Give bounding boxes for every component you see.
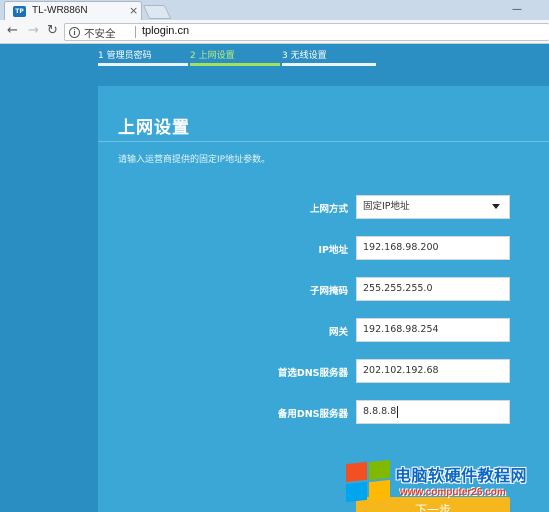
logo-pane-red — [346, 461, 367, 483]
ip-address-label: IP地址 — [318, 245, 349, 256]
left-margin — [0, 44, 98, 512]
settings-panel: 上网设置 请输入运营商提供的固定IP地址参数。 上网方式 固定IP地址 IP地址… — [98, 86, 549, 512]
primary-dns-label: 首选DNS服务器 — [277, 368, 348, 379]
tp-link-favicon-icon: TP — [13, 6, 26, 17]
watermark-url: www.computer26.com — [400, 487, 506, 498]
dropdown-arrow-icon — [492, 204, 500, 209]
logo-pane-green — [369, 459, 390, 481]
secondary-dns-label: 备用DNS服务器 — [277, 409, 348, 420]
page-title: 上网设置 — [118, 118, 190, 138]
forward-arrow-icon[interactable]: → — [28, 23, 39, 38]
tab-title: TL-WR886N — [32, 5, 88, 16]
close-icon[interactable]: × — [129, 4, 138, 17]
router-setup-page: 1 管理员密码 2 上网设置 3 无线设置 上网设置 请输入运营商提供的固定IP… — [0, 44, 549, 512]
panel-description: 请输入运营商提供的固定IP地址参数。 — [118, 155, 271, 165]
primary-dns-input[interactable]: 202.102.192.68 — [356, 359, 510, 383]
gateway-label: 网关 — [328, 327, 348, 338]
windows-logo-icon — [346, 459, 392, 503]
address-bar[interactable]: i 不安全 tplogin.cn — [64, 23, 549, 41]
minimize-icon[interactable]: — — [512, 4, 522, 15]
connection-type-value: 固定IP地址 — [363, 201, 410, 212]
address-separator — [135, 26, 136, 38]
title-divider — [98, 141, 549, 142]
info-icon[interactable]: i — [69, 27, 80, 38]
connection-type-select[interactable]: 固定IP地址 — [356, 195, 510, 219]
step-1-bar — [98, 63, 188, 66]
logo-pane-yellow — [369, 479, 390, 501]
secondary-dns-input[interactable]: 8.8.8.8 — [356, 400, 510, 424]
step-1-label: 1 管理员密码 — [98, 51, 152, 61]
primary-dns-value: 202.102.192.68 — [363, 365, 439, 376]
subnet-mask-label: 子网掩码 — [309, 286, 348, 297]
secondary-dns-value: 8.8.8.8 — [363, 406, 397, 417]
step-2-label: 2 上网设置 — [190, 51, 235, 61]
new-tab-button[interactable] — [142, 5, 172, 19]
step-3-bar — [282, 63, 376, 66]
browser-tab[interactable]: TP TL-WR886N × — [4, 1, 142, 20]
gateway-value: 192.168.98.254 — [363, 324, 439, 335]
watermark-title: 电脑软硬件教程网 — [395, 466, 528, 485]
ip-address-input[interactable]: 192.168.98.200 — [356, 236, 510, 260]
url-text[interactable]: tplogin.cn — [142, 25, 189, 37]
reload-icon[interactable]: ↻ — [47, 23, 58, 38]
setup-steps: 1 管理员密码 2 上网设置 3 无线设置 — [98, 44, 549, 68]
browser-tab-strip: TP TL-WR886N × — — [0, 0, 549, 20]
gateway-input[interactable]: 192.168.98.254 — [356, 318, 510, 342]
ip-address-value: 192.168.98.200 — [363, 242, 439, 253]
subnet-mask-input[interactable]: 255.255.255.0 — [356, 277, 510, 301]
subnet-mask-value: 255.255.255.0 — [363, 283, 433, 294]
logo-pane-blue — [346, 481, 367, 503]
security-label: 不安全 — [84, 28, 116, 40]
back-arrow-icon[interactable]: ← — [7, 23, 18, 38]
step-2-bar — [190, 63, 280, 66]
text-caret — [397, 405, 399, 418]
step-3-label: 3 无线设置 — [282, 51, 327, 61]
browser-toolbar: ← → ↻ i 不安全 tplogin.cn — [0, 20, 549, 44]
connection-type-label: 上网方式 — [309, 204, 348, 215]
